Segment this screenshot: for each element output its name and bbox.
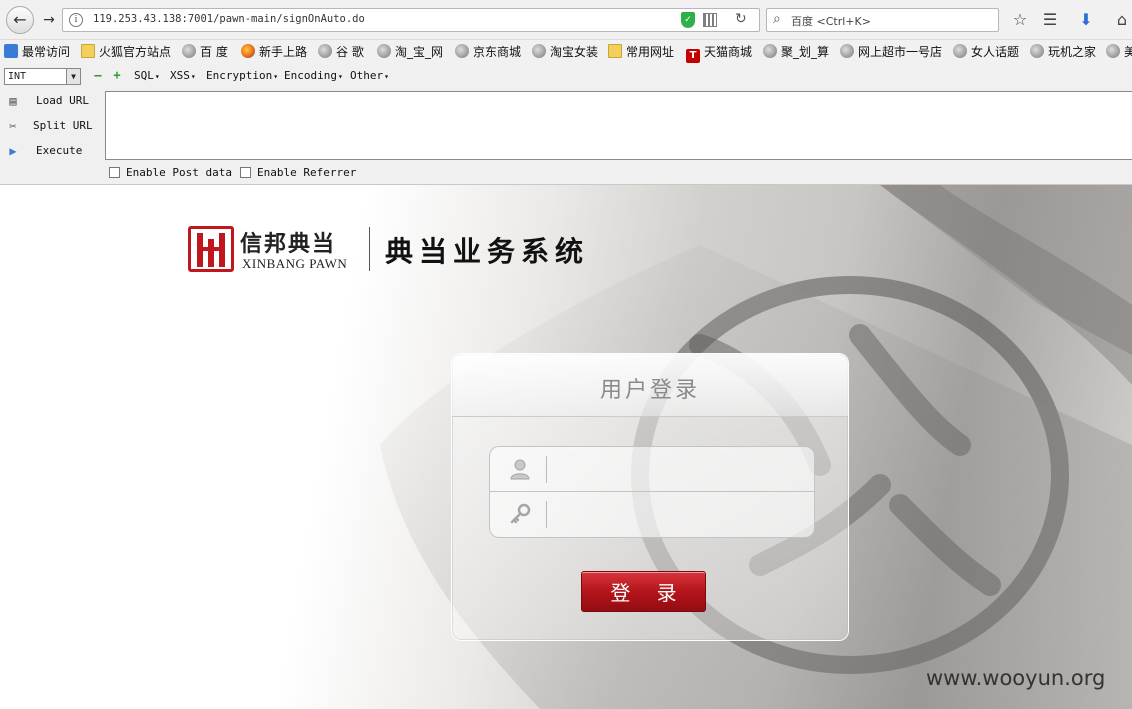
chevron-down-icon: ▼ (66, 69, 80, 84)
star-icon[interactable]: ☆ (1010, 10, 1030, 30)
bookmark-item[interactable]: 淘宝女装 (532, 43, 598, 61)
enable-post-data-checkbox[interactable]: Enable Post data (109, 166, 232, 180)
bookmark-icon (4, 44, 18, 58)
bookmarks-bar: 最常访问 火狐官方站点 百 度 新手上路 谷 歌 淘_宝_网 京东商城 淘宝女装… (0, 40, 1132, 64)
password-field (490, 492, 814, 537)
forward-arrow-icon: → (43, 12, 55, 28)
bookmark-item[interactable]: 女人话题 (953, 43, 1019, 61)
login-fields (489, 446, 815, 538)
bookmark-item[interactable]: 火狐官方站点 (81, 43, 171, 61)
back-arrow-icon: ← (13, 10, 27, 29)
search-icon: ⌕ (773, 11, 781, 27)
hackbar-type-select[interactable]: INT ▼ (4, 68, 81, 85)
system-title: 典当业务系统 (385, 235, 590, 268)
menu-other[interactable]: Other (350, 69, 389, 82)
execute-button[interactable]: ▶ Execute (0, 139, 104, 163)
password-input[interactable] (552, 500, 802, 529)
url-text[interactable]: 119.253.43.138:7001/pawn-main/signOnAuto… (93, 13, 365, 25)
load-url-icon: ▤ (9, 94, 17, 108)
bookmark-item[interactable]: 最常访问 (4, 43, 70, 61)
globe-icon (763, 44, 777, 58)
bookmark-item[interactable]: 京东商城 (455, 43, 521, 61)
menu-encoding[interactable]: Encoding (284, 69, 343, 82)
bookmark-item[interactable]: 玩机之家 (1030, 43, 1096, 61)
login-button[interactable]: 登 录 (581, 571, 706, 612)
shield-icon[interactable]: ✓ (681, 12, 695, 28)
scissors-icon: ✂ (9, 119, 17, 133)
brand-divider (369, 227, 370, 271)
firefox-icon (241, 44, 255, 58)
login-panel: 用户登录 登 录 (451, 353, 849, 641)
bookmark-item[interactable]: 美 (1106, 43, 1132, 61)
download-icon[interactable]: ⬇ (1076, 10, 1096, 30)
globe-icon (840, 44, 854, 58)
checkbox-box[interactable] (240, 167, 251, 178)
user-icon (510, 459, 530, 480)
hackbar: INT ▼ – + SQL XSS Encryption Encoding Ot… (0, 64, 1132, 185)
minus-icon[interactable]: – (93, 69, 103, 81)
bookmark-item[interactable]: 聚_划_算 (763, 43, 829, 61)
globe-icon (1106, 44, 1120, 58)
globe-icon (1030, 44, 1044, 58)
xinbang-logo-icon (188, 226, 234, 272)
username-input[interactable] (552, 455, 802, 484)
bookmark-item[interactable]: 新手上路 (241, 43, 307, 61)
bookmark-item[interactable]: T 天猫商城 (686, 43, 752, 63)
qr-code-icon[interactable] (703, 13, 717, 27)
key-icon (510, 503, 531, 524)
login-title: 用户登录 (599, 378, 700, 403)
brand-name-english: XINBANG PAWN (242, 256, 348, 271)
search-box[interactable]: ⌕ 百度 <Ctrl+K> (766, 8, 999, 32)
menu-xss[interactable]: XSS (170, 69, 196, 82)
bookmark-item[interactable]: 谷 歌 (318, 43, 364, 61)
globe-icon (532, 44, 546, 58)
hackbar-url-textarea[interactable] (105, 91, 1132, 160)
globe-icon (182, 44, 196, 58)
globe-icon (455, 44, 469, 58)
split-url-button[interactable]: ✂ Split URL (0, 114, 104, 138)
info-icon[interactable]: i (69, 13, 83, 27)
globe-icon (318, 44, 332, 58)
folder-icon (81, 44, 95, 58)
reading-list-icon[interactable]: ☰ (1040, 10, 1060, 30)
menu-sql[interactable]: SQL (134, 69, 160, 82)
login-header: 用户登录 (452, 354, 848, 417)
field-divider (546, 456, 547, 483)
globe-icon (377, 44, 391, 58)
load-url-button[interactable]: ▤ Load URL (0, 89, 104, 113)
bookmark-item[interactable]: 网上超市一号店 (840, 43, 942, 61)
checkbox-box[interactable] (109, 167, 120, 178)
back-button[interactable]: ← (6, 6, 34, 34)
play-icon: ▶ (9, 144, 17, 158)
forward-button[interactable]: → (38, 10, 60, 30)
bookmark-item[interactable]: 淘_宝_网 (377, 43, 443, 61)
tmall-icon: T (686, 49, 700, 63)
username-field (490, 447, 814, 492)
bookmark-item[interactable]: 常用网址 (608, 43, 674, 61)
bookmark-item[interactable]: 百 度 (182, 43, 228, 61)
home-icon[interactable]: ⌂ (1112, 10, 1132, 30)
browser-navbar: ← → i 119.253.43.138:7001/pawn-main/sign… (0, 0, 1132, 40)
search-placeholder: 百度 <Ctrl+K> (791, 15, 871, 28)
login-page: 信邦典当 XINBANG PAWN 典当业务系统 用户登录 登 录 www.wo… (0, 185, 1132, 709)
folder-icon (608, 44, 622, 58)
globe-icon (953, 44, 967, 58)
field-divider (546, 501, 547, 528)
plus-icon[interactable]: + (112, 69, 122, 81)
reload-icon[interactable]: ↻ (735, 11, 747, 27)
address-bar[interactable]: i 119.253.43.138:7001/pawn-main/signOnAu… (62, 8, 760, 32)
menu-encryption[interactable]: Encryption (206, 69, 278, 82)
brand-name-chinese: 信邦典当 (240, 231, 337, 257)
watermark: www.wooyun.org (926, 666, 1106, 690)
enable-referrer-checkbox[interactable]: Enable Referrer (240, 166, 356, 180)
